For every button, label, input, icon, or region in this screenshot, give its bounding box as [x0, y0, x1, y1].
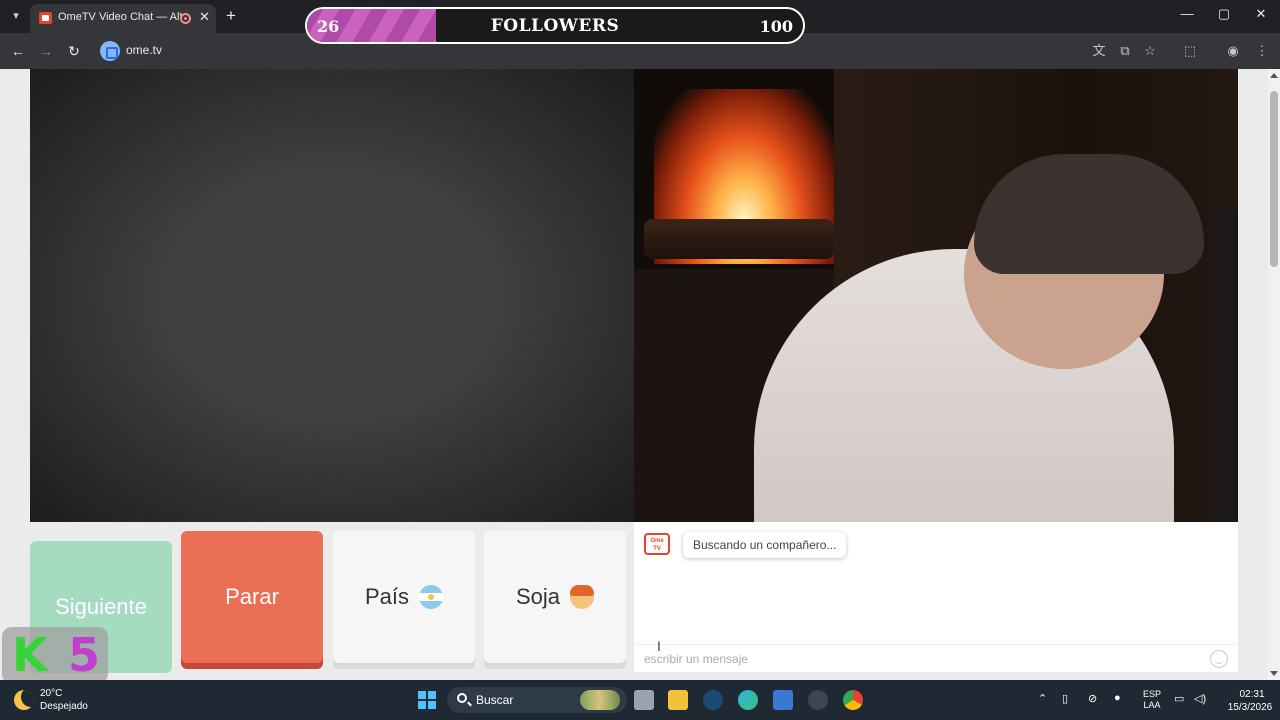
weather-temperature[interactable]: 20°C	[40, 688, 62, 699]
followers-label: FOLLOWERS	[490, 16, 620, 36]
chat-status-message: Buscando un compañero...	[683, 532, 847, 558]
moon-weather-icon[interactable]	[14, 690, 34, 710]
gender-filter-button[interactable]: Soja	[484, 531, 626, 663]
cast-icon[interactable]: ⧉	[1116, 42, 1134, 60]
clock-time[interactable]: 02:31	[1232, 689, 1272, 700]
windows-start-icon[interactable]	[418, 691, 436, 709]
recording-indicator-icon	[180, 13, 191, 24]
search-icon	[457, 693, 467, 703]
tab-search-chevron-icon[interactable]: ▾	[6, 7, 26, 25]
star-icon[interactable]: ☆	[1141, 42, 1159, 60]
microsoft-store-icon[interactable]	[773, 690, 793, 710]
k5-letter: K	[12, 628, 48, 682]
taskbar-search[interactable]: Buscar	[447, 687, 627, 713]
chat-input-bar	[634, 644, 1238, 672]
language-bottom: LAA	[1143, 700, 1161, 710]
back-arrow-icon[interactable]: ←	[8, 41, 28, 61]
browser-tab-ometv[interactable]: OmeTV Video Chat — Alter ✕	[30, 4, 216, 33]
profile-icon[interactable]: ◉	[1224, 42, 1242, 60]
display-icon[interactable]: ▭	[1174, 692, 1184, 705]
chat-message-input[interactable]	[642, 649, 1202, 669]
more-menu-icon[interactable]: ⋮	[1253, 42, 1271, 60]
next-button-label: Siguiente	[55, 594, 147, 619]
volume-icon[interactable]: ◁)	[1194, 692, 1206, 705]
extensions-icon[interactable]: ⬚	[1181, 42, 1199, 60]
emoji-smiley-icon[interactable]	[1210, 650, 1228, 668]
scroll-down-arrow-icon[interactable]	[1270, 671, 1278, 676]
ometv-logo-icon: Ome TV	[644, 533, 670, 555]
country-button-label: País	[364, 584, 410, 609]
site-info-icon[interactable]	[100, 41, 120, 61]
followers-goal-count: 100	[759, 17, 793, 36]
taskbar-search-label: Buscar	[476, 693, 514, 707]
self-camera-video	[634, 69, 1238, 522]
stop-button-label: Parar	[225, 584, 279, 609]
new-tab-button[interactable]: +	[226, 6, 236, 26]
language-indicator[interactable]: ESP LAA	[1142, 689, 1162, 711]
clock-date[interactable]: 15/3/2026	[1222, 702, 1278, 713]
boy-emoji-icon	[570, 585, 595, 609]
maximize-button[interactable]: ▢	[1214, 6, 1234, 22]
fireplace-background	[634, 69, 834, 269]
network-off-icon[interactable]: ⊘	[1088, 692, 1097, 705]
windows-taskbar: 20°C Despejado Buscar ⌃ ▯ ⊘ ● ESP LAA ▭ …	[0, 680, 1280, 720]
language-top: ESP	[1142, 689, 1161, 699]
page-scrollbar[interactable]	[1268, 69, 1280, 680]
steam-icon[interactable]	[703, 690, 723, 710]
fire-logs	[644, 219, 834, 259]
translate-icon[interactable]: 文	[1090, 42, 1108, 60]
chat-panel: Ome TV Buscando un compañero...	[634, 522, 1238, 672]
reload-icon[interactable]: ↻	[64, 41, 84, 61]
gender-button-label: Soja	[515, 584, 561, 609]
tab-close-button[interactable]: ✕	[199, 9, 210, 25]
scrollbar-thumb[interactable]	[1270, 91, 1278, 267]
k5-stream-logo: K 5	[2, 627, 108, 684]
file-explorer-icon[interactable]	[668, 690, 688, 710]
edge-browser-icon[interactable]	[738, 690, 758, 710]
chair-back	[1209, 209, 1238, 522]
k5-number: 5	[68, 628, 101, 682]
battery-icon[interactable]: ▯	[1062, 692, 1068, 705]
minimize-button[interactable]: —	[1177, 6, 1197, 21]
ometv-favicon-icon	[39, 12, 52, 24]
address-bar-url[interactable]: ome.tv	[126, 43, 162, 57]
partner-video-static	[30, 69, 634, 522]
chrome-icon[interactable]	[843, 690, 863, 710]
followers-goal-bar: 26 FOLLOWERS 100	[305, 7, 805, 44]
tab-title: OmeTV Video Chat — Alter	[58, 11, 182, 23]
microphone-icon[interactable]: ●	[1114, 692, 1121, 704]
argentina-flag-icon	[419, 585, 444, 609]
forward-arrow-icon[interactable]: →	[36, 41, 56, 61]
close-window-button[interactable]: ✕	[1251, 6, 1271, 22]
tray-overflow-chevron-icon[interactable]: ⌃	[1038, 692, 1047, 705]
stop-button[interactable]: Parar	[181, 531, 323, 663]
country-filter-button[interactable]: País	[333, 531, 475, 663]
weather-description[interactable]: Despejado	[40, 701, 88, 712]
search-highlight-art	[580, 690, 620, 710]
app-icon[interactable]	[808, 690, 828, 710]
task-view-icon[interactable]	[634, 690, 654, 710]
text-cursor-icon: I	[657, 638, 661, 654]
scroll-up-arrow-icon[interactable]	[1270, 73, 1278, 78]
